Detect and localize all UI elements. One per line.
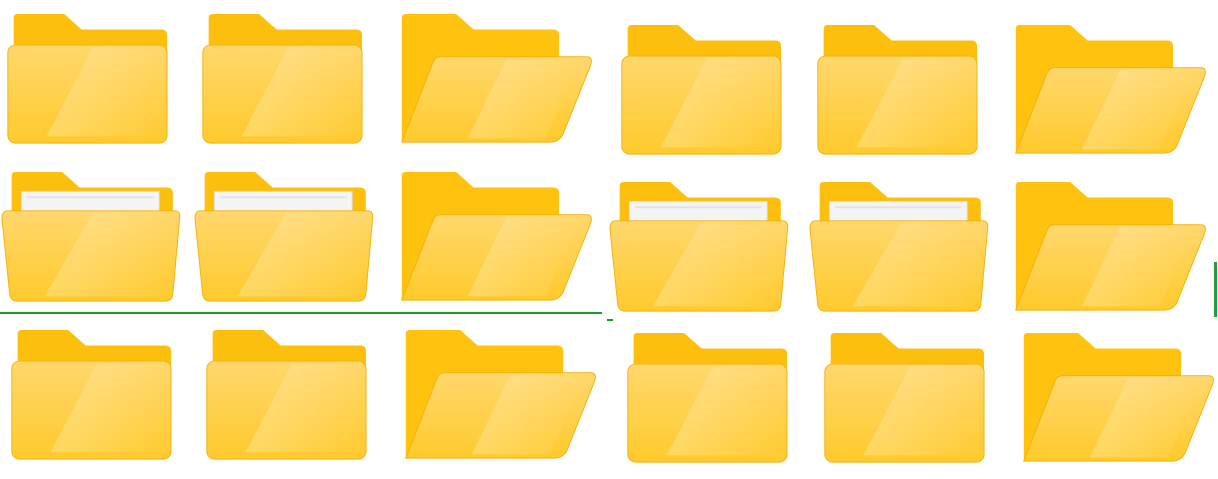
folder-with-documents-icon[interactable] bbox=[808, 178, 1008, 318]
right-edge-mark bbox=[1214, 262, 1217, 317]
folder-closed-icon-graphic bbox=[621, 24, 782, 155]
folder-open-icon-graphic bbox=[401, 13, 592, 143]
folder-closed-icon[interactable] bbox=[616, 21, 816, 161]
folder-open-icon[interactable] bbox=[1008, 178, 1208, 318]
folder-closed-icon[interactable] bbox=[2, 10, 202, 150]
green-divider-tick bbox=[607, 319, 613, 321]
folder-closed-icon-graphic bbox=[7, 13, 168, 144]
folder-open-icon-graphic bbox=[405, 329, 596, 459]
folder-open-icon[interactable] bbox=[394, 168, 594, 308]
folder-with-documents-icon-graphic bbox=[609, 181, 789, 312]
folder-with-documents-icon-graphic bbox=[809, 181, 989, 312]
folder-open-icon-graphic bbox=[401, 171, 592, 301]
folder-open-icon-graphic bbox=[1015, 181, 1206, 311]
folder-open-icon[interactable] bbox=[398, 326, 598, 466]
folder-closed-icon[interactable] bbox=[197, 10, 397, 150]
folder-closed-icon[interactable] bbox=[812, 21, 1012, 161]
folder-closed-icon[interactable] bbox=[6, 326, 206, 466]
folder-open-icon-graphic bbox=[1023, 332, 1214, 462]
folder-closed-icon[interactable] bbox=[622, 329, 822, 469]
folder-with-documents-icon[interactable] bbox=[193, 168, 393, 308]
folder-open-icon[interactable] bbox=[1016, 329, 1216, 469]
folder-open-icon-graphic bbox=[1015, 24, 1206, 154]
folder-with-documents-icon[interactable] bbox=[0, 168, 200, 308]
folder-open-icon[interactable] bbox=[394, 10, 594, 150]
folder-closed-icon[interactable] bbox=[201, 326, 401, 466]
folder-closed-icon-graphic bbox=[11, 329, 172, 460]
folder-open-icon[interactable] bbox=[1008, 21, 1208, 161]
folder-closed-icon[interactable] bbox=[819, 329, 1019, 469]
folder-closed-icon-graphic bbox=[206, 329, 367, 460]
folder-closed-icon-graphic bbox=[824, 332, 985, 463]
folder-with-documents-icon[interactable] bbox=[608, 178, 808, 318]
folder-with-documents-icon-graphic bbox=[194, 171, 374, 302]
folder-closed-icon-graphic bbox=[817, 24, 978, 155]
folder-closed-icon-graphic bbox=[202, 13, 363, 144]
folder-closed-icon-graphic bbox=[627, 332, 788, 463]
folder-icon-sheet bbox=[0, 0, 1218, 479]
green-divider-line bbox=[0, 312, 602, 314]
folder-with-documents-icon-graphic bbox=[1, 171, 181, 302]
